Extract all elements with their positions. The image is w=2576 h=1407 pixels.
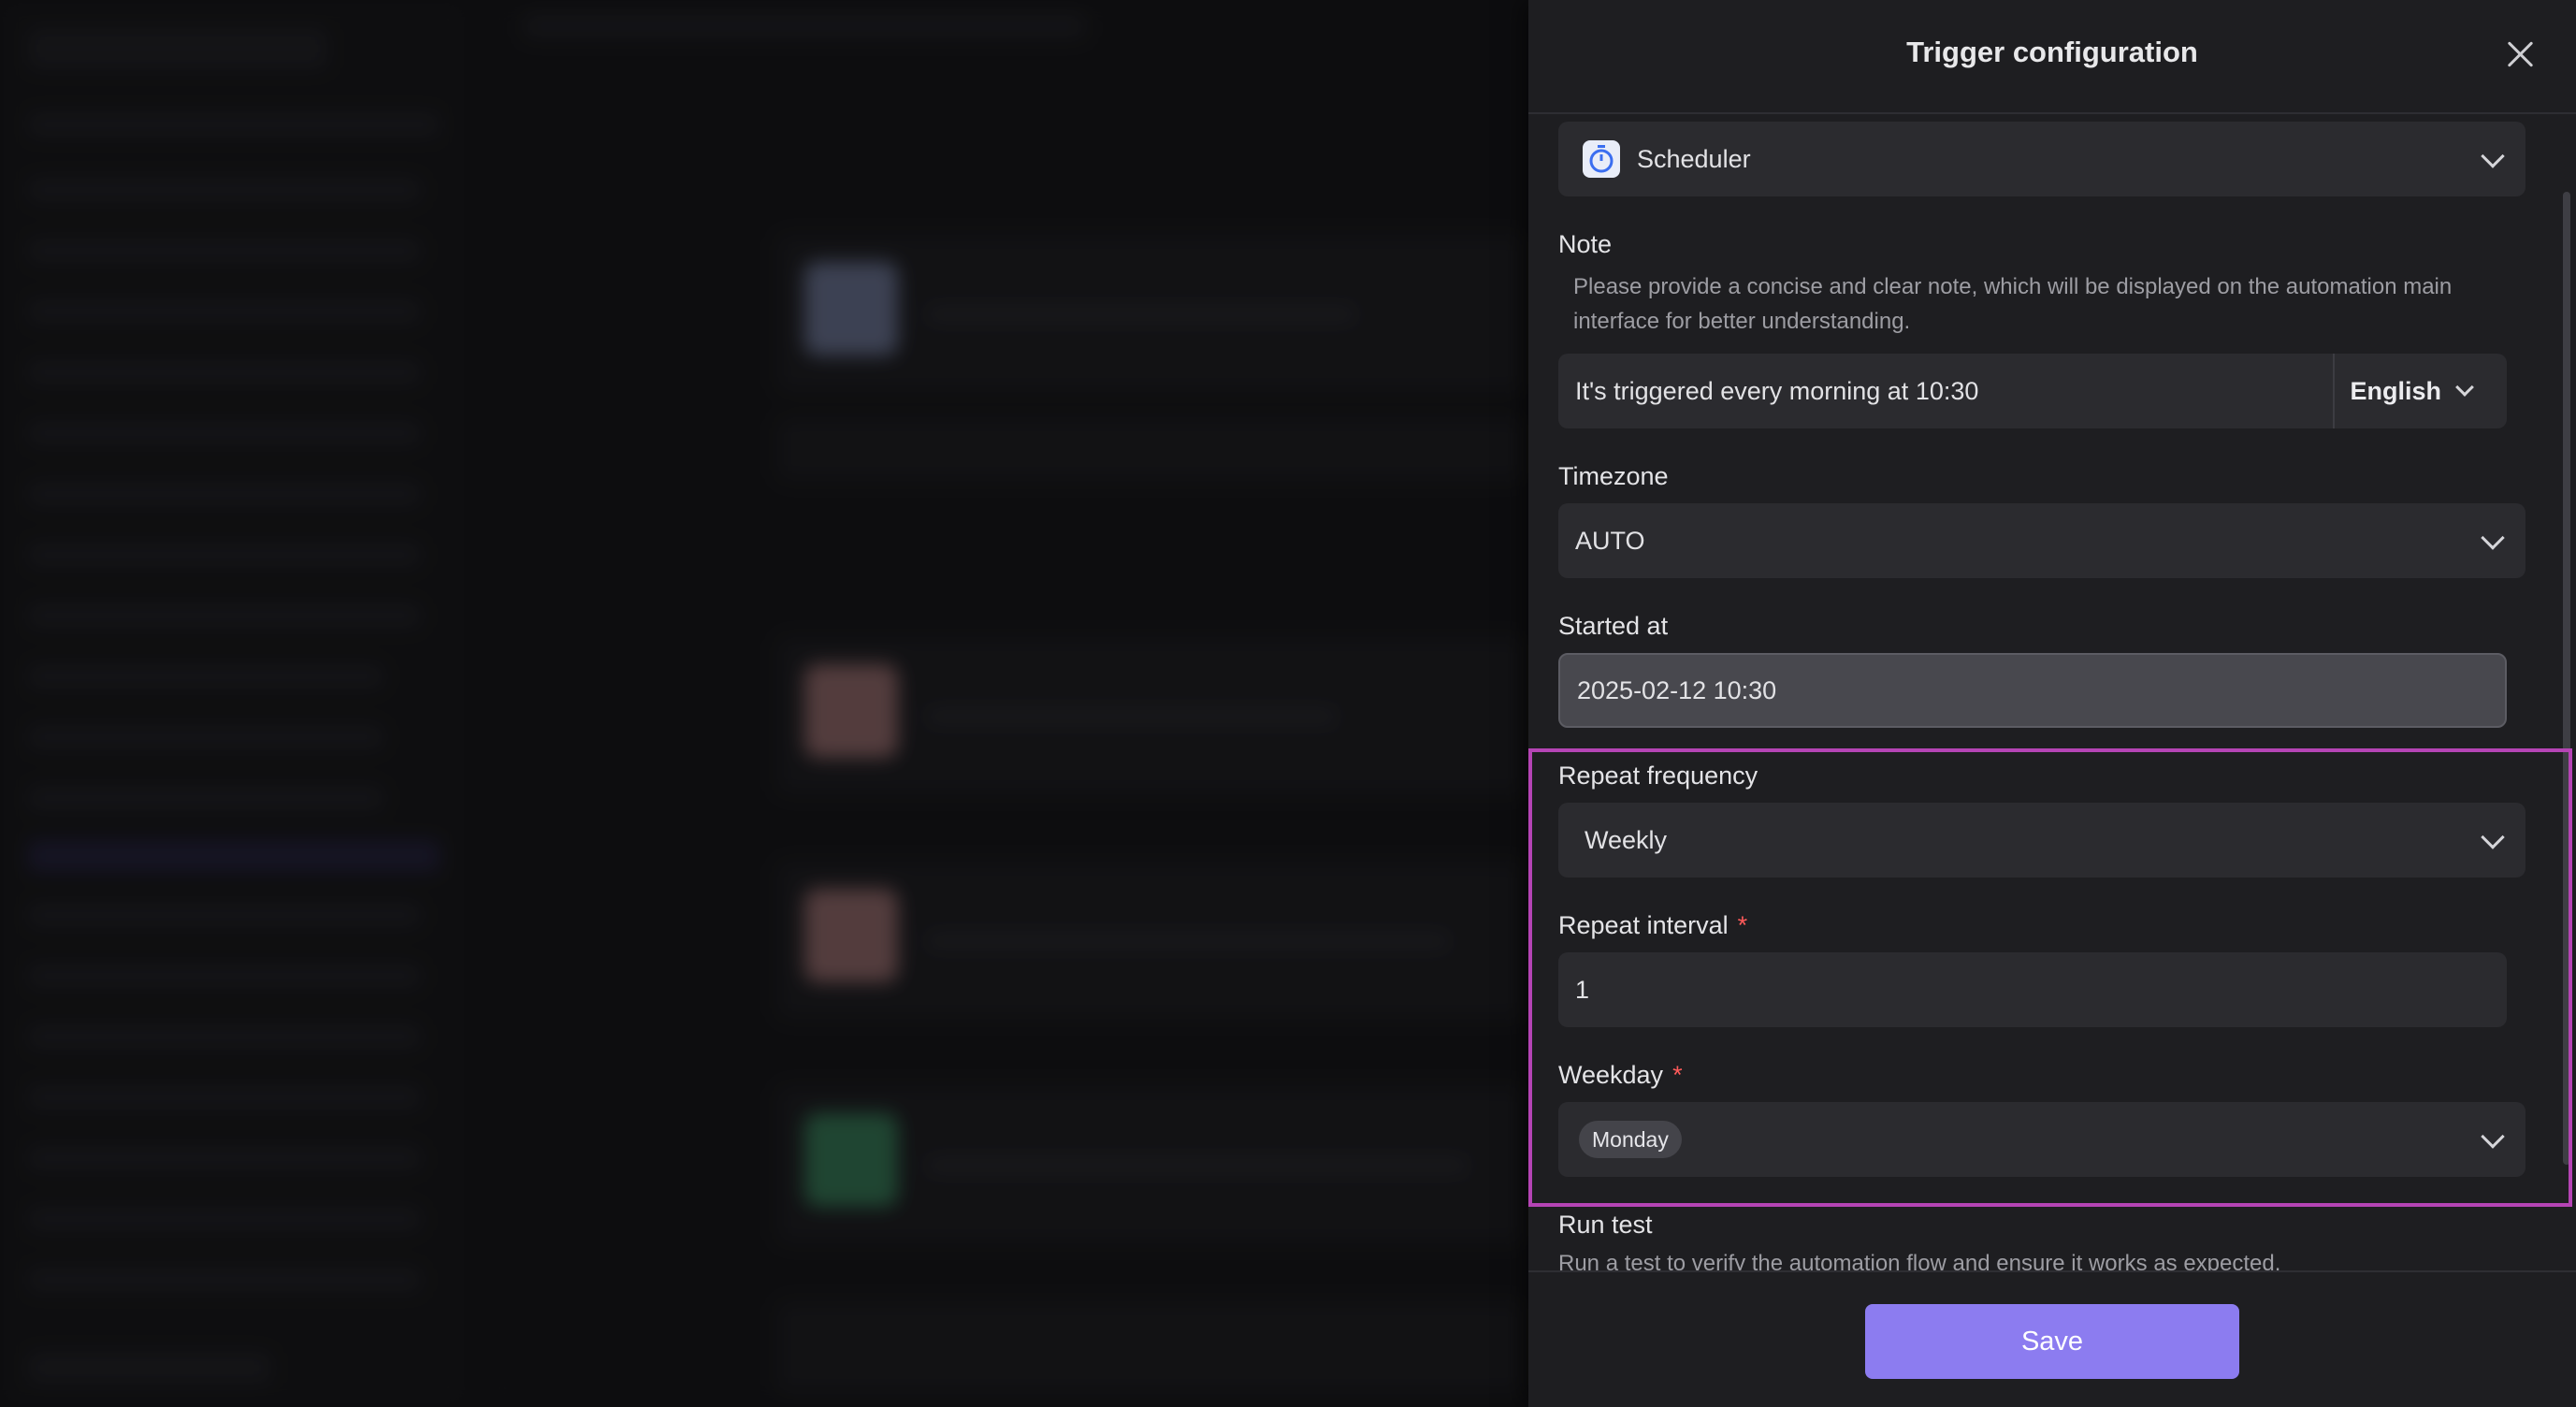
drawer-title: Trigger configuration (1906, 36, 2198, 68)
repeat-interval-label: Repeat interval * (1558, 911, 1747, 940)
chevron-down-icon (2481, 1124, 2505, 1149)
weekday-label-text: Weekday (1558, 1061, 1664, 1089)
run-test-label: Run test (1558, 1211, 1653, 1239)
started-at-value: 2025-02-12 10:30 (1577, 676, 1777, 704)
note-hint: Please provide a concise and clear note,… (1573, 274, 2453, 334)
drawer-footer: Save (1528, 1270, 2576, 1407)
stopwatch-icon (1583, 140, 1620, 178)
chevron-down-icon (2481, 825, 2505, 849)
run-test-hint: Run a test to verify the automation flow… (1558, 1251, 2281, 1270)
started-at-input[interactable]: 2025-02-12 10:30 (1558, 653, 2507, 728)
repeat-frequency-label: Repeat frequency (1558, 762, 1758, 790)
timezone-value: AUTO (1575, 527, 1645, 555)
chevron-down-icon (2481, 526, 2505, 550)
started-at-label: Started at (1558, 612, 1669, 640)
note-value: It's triggered every morning at 10:30 (1575, 377, 1979, 405)
weekday-label: Weekday * (1558, 1061, 1683, 1090)
weekday-chip[interactable]: Monday (1579, 1121, 1682, 1158)
drawer-header: Trigger configuration (1528, 0, 2576, 114)
repeat-interval-label-text: Repeat interval (1558, 911, 1729, 939)
trigger-type-select[interactable]: Scheduler (1558, 122, 2525, 196)
modal-overlay[interactable] (0, 0, 1528, 1407)
trigger-type-value: Scheduler (1637, 145, 1751, 173)
close-icon[interactable] (2503, 37, 2537, 71)
note-language-value: English (2350, 377, 2441, 405)
required-mark: * (1737, 911, 1748, 939)
note-input[interactable]: It's triggered every morning at 10:30 En… (1558, 354, 2507, 428)
timezone-label: Timezone (1558, 462, 1669, 490)
save-button[interactable]: Save (1865, 1304, 2239, 1379)
trigger-configuration-drawer: Trigger configuration Scheduler Note Ple… (1528, 0, 2576, 1407)
repeat-interval-input[interactable]: 1 (1558, 952, 2507, 1027)
weekday-select[interactable]: Monday (1558, 1102, 2525, 1177)
repeat-frequency-value: Weekly (1585, 826, 1668, 854)
drawer-body: Scheduler Note Please provide a concise … (1528, 114, 2576, 1270)
required-mark: * (1672, 1061, 1683, 1089)
chevron-down-icon (2481, 144, 2505, 168)
scrollbar[interactable] (2563, 192, 2570, 1165)
repeat-interval-value: 1 (1575, 976, 1590, 1004)
repeat-frequency-select[interactable]: Weekly (1558, 803, 2525, 878)
note-language-select[interactable]: English (2333, 354, 2474, 428)
chevron-down-icon (2455, 378, 2474, 397)
timezone-select[interactable]: AUTO (1558, 503, 2525, 578)
note-label: Note (1558, 230, 1613, 258)
